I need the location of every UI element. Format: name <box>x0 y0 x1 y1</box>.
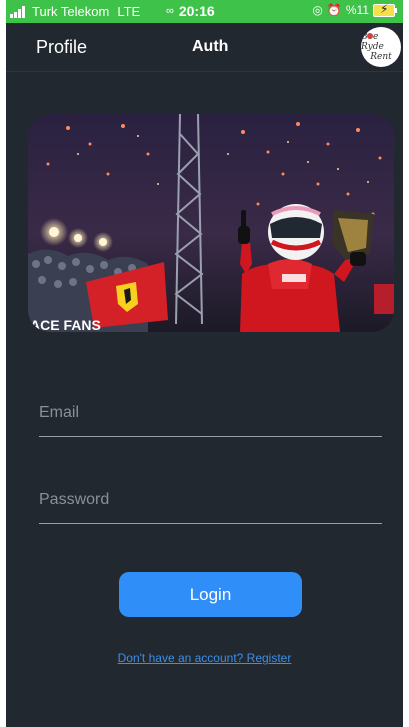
link-icon: ∞ <box>166 5 174 17</box>
brand-logo: Bee Ryde Rent <box>361 27 401 67</box>
race-celebration-photo: ACE FANS <box>28 114 394 332</box>
status-right: ◎ ⏰ %11 ⚡ <box>312 2 397 17</box>
logo-dot <box>367 33 373 39</box>
password-field[interactable] <box>39 487 382 524</box>
battery-percent: %11 <box>345 3 369 17</box>
svg-text:ACE FANS: ACE FANS <box>30 317 101 332</box>
hero-photo: ACE FANS <box>28 114 394 332</box>
logo-text-line2: Rent <box>370 52 392 62</box>
nav-bar: Profile Auth Bee Ryde Rent <box>6 23 403 72</box>
email-field[interactable] <box>39 400 382 437</box>
status-bar: Turk Telekom LTE ∞ 20:16 ◎ ⏰ %11 ⚡ <box>6 0 403 23</box>
page-title: Auth <box>192 38 229 55</box>
status-time: 20:16 <box>178 3 215 19</box>
battery-charging-icon: ⚡ <box>373 2 397 17</box>
status-center: ∞ 20:16 <box>166 3 215 19</box>
register-link[interactable]: Don't have an account? Register <box>6 651 403 665</box>
alarm-icon: ⏰ <box>326 3 342 17</box>
app-screen: Turk Telekom LTE ∞ 20:16 ◎ ⏰ %11 ⚡ Profi… <box>6 0 403 727</box>
network-type: LTE <box>117 4 141 19</box>
signal-icon <box>10 5 25 18</box>
login-button[interactable]: Login <box>119 572 302 617</box>
status-left: Turk Telekom LTE <box>10 4 140 19</box>
carrier-name: Turk Telekom <box>32 4 110 19</box>
profile-tab[interactable]: Profile <box>36 37 87 58</box>
location-icon: ◎ <box>312 3 323 17</box>
